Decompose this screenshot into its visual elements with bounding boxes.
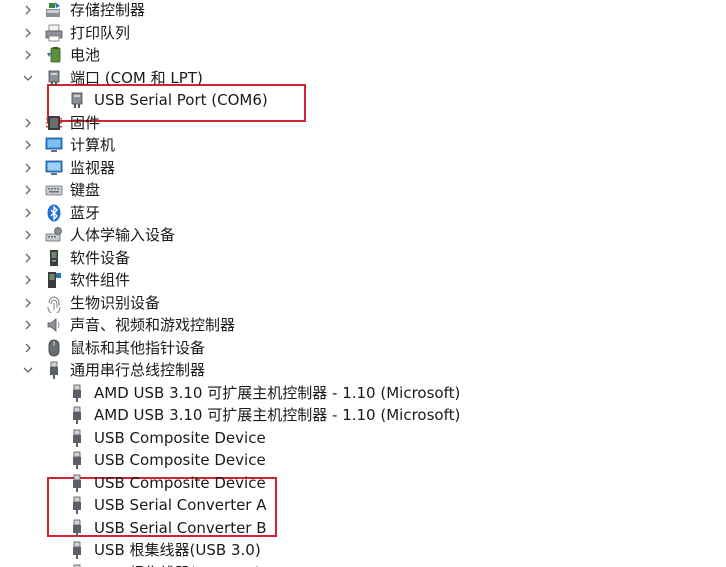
tree-category-row[interactable]: 声音、视频和游戏控制器 [0, 314, 726, 336]
device-label: USB Serial Port (COM6) [94, 91, 268, 109]
category-label: 声音、视频和游戏控制器 [70, 316, 236, 334]
category-label: 存储控制器 [70, 1, 146, 19]
chevron-right-icon[interactable] [22, 342, 34, 354]
category-label: 端口 (COM 和 LPT) [70, 68, 203, 87]
chevron-down-icon[interactable] [22, 364, 34, 376]
tree-device-row[interactable]: USB 根集线器(USB 3.0) [0, 562, 726, 567]
chevron-right-icon[interactable] [22, 27, 34, 39]
usb-icon [45, 360, 63, 380]
category-label: 通用串行总线控制器 [70, 361, 206, 379]
device-manager-tree: 存储控制器打印队列电池端口 (COM 和 LPT) USB Serial Port… [0, 0, 726, 567]
tree-category-row[interactable]: 蓝牙 [0, 202, 726, 224]
device-label: AMD USB 3.10 可扩展主机控制器 - 1.10 (Microsoft) [94, 406, 461, 424]
tree-category-row[interactable]: 监视器 [0, 157, 726, 179]
tree-category-row[interactable]: 端口 (COM 和 LPT) [0, 67, 726, 89]
battery-icon [45, 45, 63, 65]
tree-device-row[interactable]: USB Serial Port (COM6) [0, 89, 726, 111]
chevron-right-icon[interactable] [22, 297, 34, 309]
tree-category-row[interactable]: 软件组件 [0, 269, 726, 291]
chevron-right-icon[interactable] [22, 252, 34, 264]
category-label: 软件设备 [70, 248, 131, 267]
tree-category-row[interactable]: 打印队列 [0, 22, 726, 44]
storage-controller-icon [45, 0, 63, 20]
device-label: USB Composite Device [94, 451, 266, 469]
hid-icon [45, 225, 63, 245]
tree-device-row[interactable]: USB 根集线器(USB 3.0) [0, 539, 726, 561]
tree-device-row[interactable]: USB Composite Device [0, 427, 726, 449]
chevron-right-icon[interactable] [22, 4, 34, 16]
tree-category-row[interactable]: 软件设备 [0, 247, 726, 269]
port-icon [45, 68, 63, 88]
usb-icon [68, 540, 86, 560]
computer-icon [45, 135, 63, 155]
chevron-right-icon[interactable] [22, 207, 34, 219]
chevron-down-icon[interactable] [22, 72, 34, 84]
tree-device-row[interactable]: USB Serial Converter B [0, 517, 726, 539]
tree-category-row[interactable]: 计算机 [0, 134, 726, 156]
firmware-icon [45, 113, 63, 133]
device-label: USB 根集线器(USB 3.0) [94, 563, 261, 567]
chevron-right-icon[interactable] [22, 117, 34, 129]
usb-icon [68, 473, 86, 493]
usb-icon [68, 518, 86, 538]
device-label: AMD USB 3.10 可扩展主机控制器 - 1.10 (Microsoft) [94, 383, 461, 402]
tree-category-row[interactable]: 固件 [0, 112, 726, 134]
tree-category-row[interactable]: 人体学输入设备 [0, 224, 726, 246]
mouse-icon [45, 338, 63, 358]
tree-category-row[interactable]: 鼠标和其他指针设备 [0, 337, 726, 359]
bluetooth-icon [45, 203, 63, 223]
tree-category-row[interactable]: 电池 [0, 44, 726, 66]
tree-device-row[interactable]: AMD USB 3.10 可扩展主机控制器 - 1.10 (Microsoft) [0, 382, 726, 404]
chevron-right-icon[interactable] [22, 49, 34, 61]
category-label: 人体学输入设备 [70, 226, 176, 244]
chevron-right-icon[interactable] [22, 139, 34, 151]
tree-device-row[interactable]: USB Serial Converter A [0, 494, 726, 516]
category-label: 电池 [70, 46, 101, 64]
software-component-icon [45, 270, 63, 290]
usb-icon [68, 495, 86, 515]
speaker-icon [45, 315, 63, 335]
tree-device-row[interactable]: AMD USB 3.10 可扩展主机控制器 - 1.10 (Microsoft) [0, 404, 726, 426]
device-label: USB Composite Device [94, 473, 266, 492]
usb-icon [68, 383, 86, 403]
software-device-icon [45, 248, 63, 268]
category-label: 软件组件 [70, 271, 131, 289]
chevron-right-icon[interactable] [22, 319, 34, 331]
printer-icon [45, 23, 63, 43]
tree-device-row[interactable]: USB Composite Device [0, 472, 726, 494]
chevron-right-icon[interactable] [22, 229, 34, 241]
category-label: 键盘 [70, 181, 101, 199]
usb-icon [68, 563, 86, 567]
device-label: USB Serial Converter A [94, 496, 267, 514]
tree-device-row[interactable]: USB Composite Device [0, 449, 726, 471]
category-label: 鼠标和其他指针设备 [70, 338, 206, 357]
tree-category-row[interactable]: 存储控制器 [0, 0, 726, 21]
chevron-right-icon[interactable] [22, 274, 34, 286]
category-label: 固件 [70, 113, 101, 132]
device-label: USB Serial Converter B [94, 518, 267, 537]
usb-icon [68, 405, 86, 425]
device-label: USB 根集线器(USB 3.0) [94, 541, 261, 559]
device-label: USB Composite Device [94, 428, 266, 447]
tree-category-row[interactable]: 键盘 [0, 179, 726, 201]
keyboard-icon [45, 180, 63, 200]
tree-category-row[interactable]: 生物识别设备 [0, 292, 726, 314]
port-icon [68, 90, 86, 110]
tree-category-row[interactable]: 通用串行总线控制器 [0, 359, 726, 381]
chevron-right-icon[interactable] [22, 184, 34, 196]
category-label: 打印队列 [70, 23, 131, 42]
chevron-right-icon[interactable] [22, 162, 34, 174]
category-label: 生物识别设备 [70, 293, 161, 312]
category-label: 蓝牙 [70, 203, 101, 222]
category-label: 计算机 [70, 136, 116, 154]
fingerprint-icon [45, 293, 63, 313]
category-label: 监视器 [70, 158, 116, 177]
monitor-icon [45, 158, 63, 178]
usb-icon [68, 450, 86, 470]
usb-icon [68, 428, 86, 448]
